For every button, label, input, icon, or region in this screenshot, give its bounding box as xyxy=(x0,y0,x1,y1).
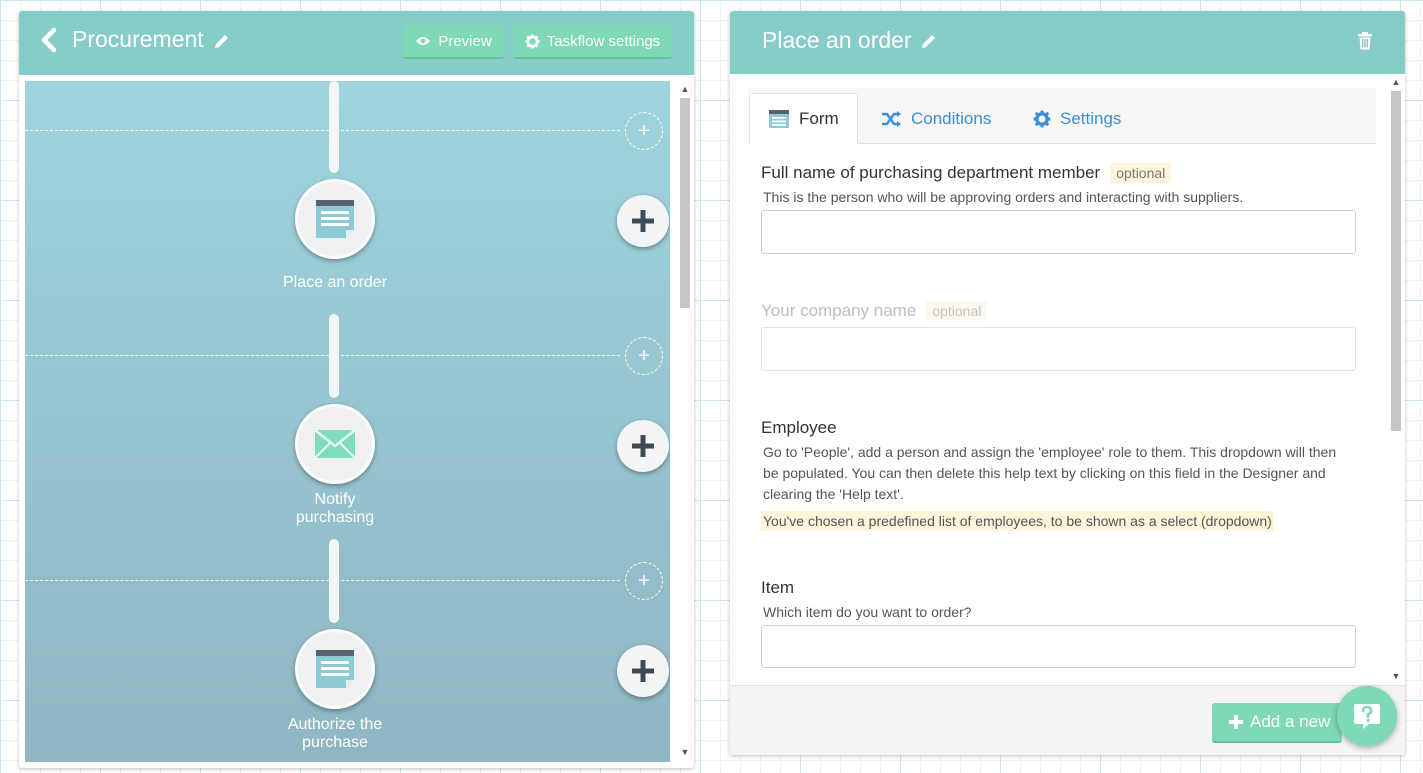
insert-step-plus-icon[interactable]: + xyxy=(625,337,663,375)
add-new-button[interactable]: Add a new xyxy=(1212,703,1342,743)
step-label: Place an order xyxy=(282,274,388,291)
step-editor-panel: Place an order Form Conditions Settings … xyxy=(730,11,1405,755)
step-node-authorize-the-purchase[interactable] xyxy=(295,629,375,709)
gear-icon xyxy=(1033,110,1051,127)
insert-line xyxy=(25,355,620,356)
question-bubble-icon xyxy=(1354,704,1380,729)
optional-badge: optional xyxy=(926,301,988,321)
item-input[interactable] xyxy=(761,625,1356,668)
edit-title-pencil-icon[interactable] xyxy=(213,32,231,50)
step-connector xyxy=(329,314,339,398)
plus-icon xyxy=(1229,715,1243,729)
field-label-text: Your company name xyxy=(761,301,917,320)
preview-button[interactable]: Preview xyxy=(403,25,504,59)
step-node-place-an-order[interactable] xyxy=(295,179,375,259)
field-help-text: Go to 'People', add a person and assign … xyxy=(763,444,1337,502)
tab-settings[interactable]: Settings xyxy=(1033,93,1121,144)
tab-conditions[interactable]: Conditions xyxy=(881,93,991,144)
add-branch-plus-icon[interactable] xyxy=(617,645,669,697)
tab-conditions-label: Conditions xyxy=(911,108,992,128)
tab-settings-label: Settings xyxy=(1060,108,1122,128)
field-note: You've chosen a predefined list of emplo… xyxy=(761,511,1274,531)
field-item: Item Which item do you want to order? xyxy=(761,578,1356,668)
step-node-notify-purchasing[interactable] xyxy=(295,404,375,484)
add-branch-plus-icon[interactable] xyxy=(617,195,669,247)
taskflow-settings-label: Taskflow settings xyxy=(546,32,661,50)
add-branch-plus-icon[interactable] xyxy=(617,420,669,472)
step-editor-header: Place an order xyxy=(730,11,1405,74)
editor-tabs: Form Conditions Settings xyxy=(748,88,1376,144)
insert-line xyxy=(25,580,620,581)
taskflow-scrollbar[interactable]: ▲ ▼ xyxy=(676,81,694,762)
purchasing-member-input[interactable] xyxy=(761,210,1356,254)
eye-icon xyxy=(416,37,431,45)
form-document-icon xyxy=(316,200,354,238)
step-label: Authorize the purchase xyxy=(287,716,383,751)
taskflow-title: Procurement xyxy=(72,26,204,52)
edit-step-pencil-icon[interactable] xyxy=(920,32,938,50)
trash-icon[interactable] xyxy=(1357,32,1373,50)
field-employee: Employee Go to 'People', add a person an… xyxy=(761,418,1356,531)
field-label-text: Full name of purchasing department membe… xyxy=(761,163,1101,182)
taskflow-settings-button[interactable]: Taskflow settings xyxy=(513,25,672,59)
shuffle-icon xyxy=(882,110,901,127)
editor-footer: Add a new xyxy=(730,685,1405,755)
insert-step-plus-icon[interactable]: + xyxy=(625,112,663,150)
add-new-label: Add a new xyxy=(1250,712,1331,731)
step-connector xyxy=(329,539,339,623)
scroll-up-arrow-icon[interactable]: ▲ xyxy=(680,84,690,94)
optional-badge: optional xyxy=(1110,163,1172,183)
scroll-up-arrow-icon[interactable]: ▲ xyxy=(1391,77,1401,87)
editor-scrollbar[interactable]: ▲ ▼ xyxy=(1387,74,1405,685)
taskflow-panel: Procurement Preview Taskflow settings + … xyxy=(19,11,694,768)
step-label: Notify purchasing xyxy=(295,491,375,526)
field-help-text: Which item do you want to order? xyxy=(763,604,972,620)
help-chat-button[interactable] xyxy=(1337,686,1397,746)
scroll-thumb[interactable] xyxy=(680,98,690,308)
taskflow-header: Procurement Preview Taskflow settings xyxy=(19,11,694,75)
field-help-text: This is the person who will be approving… xyxy=(763,189,1244,205)
step-title: Place an order xyxy=(762,27,912,53)
step-connector xyxy=(329,81,339,173)
field-label: Employee xyxy=(761,418,837,437)
form-document-icon xyxy=(316,650,354,688)
envelope-icon xyxy=(314,429,356,459)
insert-line xyxy=(25,130,620,131)
field-label: Full name of purchasing department membe… xyxy=(761,163,1356,183)
scroll-down-arrow-icon[interactable]: ▼ xyxy=(680,747,690,757)
preview-label: Preview xyxy=(438,32,492,50)
taskflow-canvas: + + + Place an order Notify purchasing A… xyxy=(25,81,670,762)
form-icon xyxy=(769,109,789,128)
field-company-name: Your company name optional xyxy=(761,301,1356,371)
scroll-thumb[interactable] xyxy=(1391,91,1401,431)
field-label: Your company name optional xyxy=(761,301,1356,321)
back-arrow-icon[interactable] xyxy=(39,28,59,52)
company-name-input[interactable] xyxy=(761,327,1356,371)
field-purchasing-member: Full name of purchasing department membe… xyxy=(761,163,1356,254)
gear-icon xyxy=(525,33,540,49)
scroll-down-arrow-icon[interactable]: ▼ xyxy=(1391,671,1401,681)
tab-form-label: Form xyxy=(799,108,839,128)
field-label: Item xyxy=(761,578,795,597)
tab-form[interactable]: Form xyxy=(749,93,858,144)
insert-step-plus-icon[interactable]: + xyxy=(625,562,663,600)
